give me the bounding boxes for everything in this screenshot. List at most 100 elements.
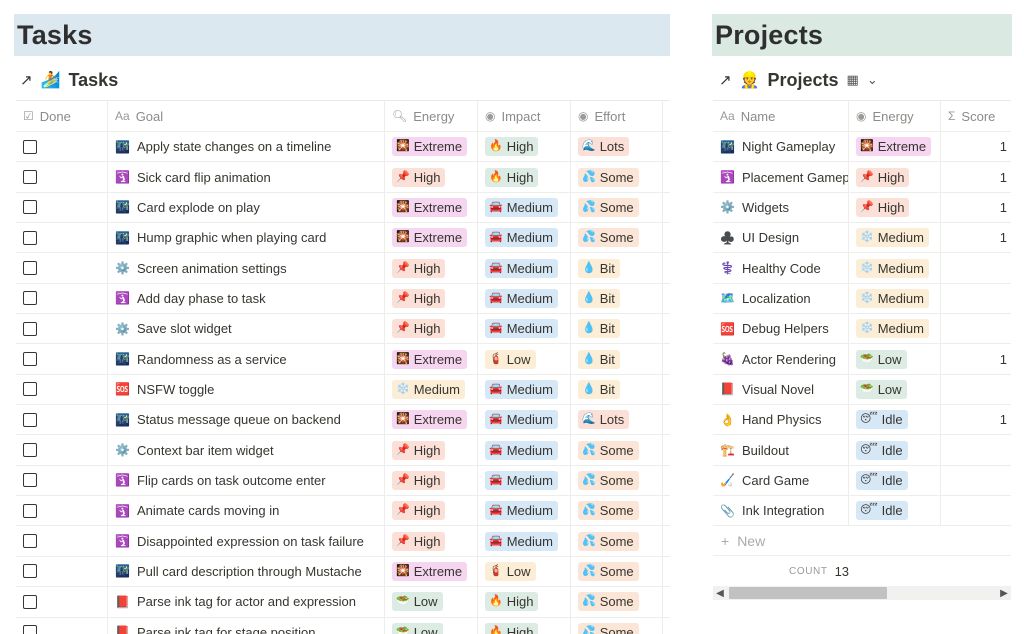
done-cell[interactable] [16, 344, 108, 374]
goal-cell[interactable]: ⚙️ Save slot widget [108, 314, 385, 344]
impact-cell[interactable]: 🧯 Low [478, 556, 571, 587]
open-link-arrow-icon[interactable]: ↗ [719, 71, 732, 89]
goal-cell[interactable]: 🛐 Animate cards moving in [108, 496, 385, 526]
energy-cell[interactable]: 😴 Idle [849, 405, 941, 435]
table-row[interactable]: 🌃 Pull card description through Mustache 🎇… [16, 556, 670, 588]
effort-cell[interactable]: 🌊 Lots [571, 132, 663, 162]
column-header-impact[interactable]: ◉ Impact [478, 101, 571, 131]
column-header-effort[interactable]: ◉ Effort [571, 101, 663, 131]
project-name[interactable]: Visual Novel [742, 382, 814, 397]
goal-title[interactable]: Save slot widget [137, 321, 232, 336]
done-cell[interactable] [16, 223, 108, 253]
goal-title[interactable]: Parse ink tag for actor and expression [137, 594, 356, 609]
table-row[interactable]: 🌃 Night Gameplay 🎇 Extreme 1 [713, 132, 1011, 163]
energy-cell[interactable]: 📌 High [385, 465, 478, 496]
energy-cell[interactable]: 🎇 Extreme [385, 344, 478, 374]
goal-title[interactable]: Context bar item widget [137, 443, 274, 458]
energy-cell[interactable]: 🎇 Extreme [385, 132, 478, 162]
done-checkbox[interactable] [23, 534, 37, 549]
project-name[interactable]: Card Game [742, 473, 809, 488]
energy-cell[interactable]: 📌 High [385, 283, 478, 314]
column-header-done[interactable]: ☑ Done [16, 101, 108, 131]
table-row[interactable]: 🆘 Debug Helpers ❄️ Medium [713, 314, 1011, 345]
projects-view-title[interactable]: ↗ 👷 Projects ▦ ⌄ [719, 66, 878, 94]
energy-cell[interactable]: 😴 Idle [849, 496, 941, 526]
goal-cell[interactable]: 🌃 Pull card description through Mustache [108, 556, 385, 587]
goal-cell[interactable]: 📕 Parse ink tag for stage position [108, 617, 385, 634]
goal-cell[interactable]: 🌃 Apply state changes on a timeline [108, 132, 385, 162]
impact-cell[interactable]: 🚘 Medium [478, 223, 571, 253]
table-row[interactable]: 🛐 Disappointed expression on task failure… [16, 526, 670, 557]
energy-cell[interactable]: 🎇 Extreme [385, 223, 478, 253]
done-checkbox[interactable] [23, 625, 37, 634]
effort-cell[interactable]: 🌊 Lots [571, 405, 663, 435]
impact-cell[interactable]: 🚘 Medium [478, 314, 571, 344]
done-cell[interactable] [16, 253, 108, 283]
goal-cell[interactable]: ⚙️ Screen animation settings [108, 253, 385, 283]
done-cell[interactable] [16, 617, 108, 634]
impact-cell[interactable]: 🚘 Medium [478, 192, 571, 223]
impact-cell[interactable]: 🔥 High [478, 132, 571, 162]
done-checkbox[interactable] [23, 352, 37, 367]
done-cell[interactable] [16, 374, 108, 405]
goal-title[interactable]: Screen animation settings [137, 261, 287, 276]
name-cell[interactable]: ⚙️ Widgets [713, 192, 849, 223]
energy-cell[interactable]: 📌 High [385, 314, 478, 344]
energy-cell[interactable]: 📌 High [849, 162, 941, 192]
goal-cell[interactable]: 🌃 Status message queue on backend [108, 405, 385, 435]
done-cell[interactable] [16, 405, 108, 435]
project-name[interactable]: Healthy Code [742, 261, 821, 276]
goal-title[interactable]: Disappointed expression on task failure [137, 534, 364, 549]
table-row[interactable]: 🛐 Flip cards on task outcome enter 📌 High 🚘 M… [16, 465, 670, 497]
impact-cell[interactable]: 🚘 Medium [478, 405, 571, 435]
table-row[interactable]: 📎 Ink Integration 😴 Idle [713, 496, 1011, 527]
energy-cell[interactable]: 😴 Idle [849, 465, 941, 496]
name-cell[interactable]: 🏑 Card Game [713, 465, 849, 496]
goal-title[interactable]: NSFW toggle [137, 382, 214, 397]
table-row[interactable]: 🛐 Animate cards moving in 📌 High 🚘 Medium 💦 Som… [16, 496, 670, 527]
project-name[interactable]: Hand Physics [742, 412, 821, 427]
table-row[interactable]: 📕 Parse ink tag for actor and expression 🥗… [16, 587, 670, 618]
effort-cell[interactable]: 💧 Bit [571, 374, 663, 405]
effort-cell[interactable]: 💦 Some [571, 192, 663, 223]
impact-cell[interactable]: 🔥 High [478, 162, 571, 192]
effort-cell[interactable]: 💦 Some [571, 496, 663, 526]
done-cell[interactable] [16, 435, 108, 465]
goal-title[interactable]: Pull card description through Mustache [137, 564, 362, 579]
goal-title[interactable]: Parse ink tag for stage position [137, 625, 316, 634]
effort-cell[interactable]: 💦 Some [571, 526, 663, 556]
done-checkbox[interactable] [23, 382, 37, 397]
energy-cell[interactable]: 🎇 Extreme [385, 405, 478, 435]
new-row-button[interactable]: + New [713, 526, 1011, 557]
project-name[interactable]: Actor Rendering [742, 352, 836, 367]
effort-cell[interactable]: 💦 Some [571, 465, 663, 496]
effort-cell[interactable]: 💦 Some [571, 162, 663, 192]
name-cell[interactable]: 🆘 Debug Helpers [713, 314, 849, 344]
tasks-view-title[interactable]: ↗ 🏄 Tasks [20, 66, 118, 94]
impact-cell[interactable]: 🔥 High [478, 617, 571, 634]
energy-cell[interactable]: 📌 High [385, 162, 478, 192]
done-cell[interactable] [16, 283, 108, 314]
project-name[interactable]: Ink Integration [742, 503, 824, 518]
goal-cell[interactable]: 🛐 Disappointed expression on task failure [108, 526, 385, 556]
done-cell[interactable] [16, 496, 108, 526]
energy-cell[interactable]: 📌 High [385, 253, 478, 283]
impact-cell[interactable]: 🚘 Medium [478, 465, 571, 496]
energy-cell[interactable]: 🎇 Extreme [849, 132, 941, 162]
project-name[interactable]: Localization [742, 291, 811, 306]
goal-cell[interactable]: 🛐 Add day phase to task [108, 283, 385, 314]
done-cell[interactable] [16, 556, 108, 587]
energy-cell[interactable]: 🥗 Low [849, 374, 941, 405]
effort-cell[interactable]: 💧 Bit [571, 283, 663, 314]
effort-cell[interactable]: 💧 Bit [571, 314, 663, 344]
goal-title[interactable]: Randomness as a service [137, 352, 287, 367]
done-checkbox[interactable] [23, 261, 37, 276]
goal-title[interactable]: Hump graphic when playing card [137, 230, 326, 245]
done-checkbox[interactable] [23, 564, 37, 579]
energy-cell[interactable]: 🥗 Low [385, 617, 478, 634]
energy-cell[interactable]: 📌 High [385, 526, 478, 556]
project-name[interactable]: Placement Gameplay [742, 170, 848, 185]
table-row[interactable]: 🏑 Card Game 😴 Idle [713, 465, 1011, 497]
done-cell[interactable] [16, 132, 108, 162]
table-row[interactable]: 🆘 NSFW toggle ❄️ Medium 🚘 Medium 💧 Bit [16, 374, 670, 406]
